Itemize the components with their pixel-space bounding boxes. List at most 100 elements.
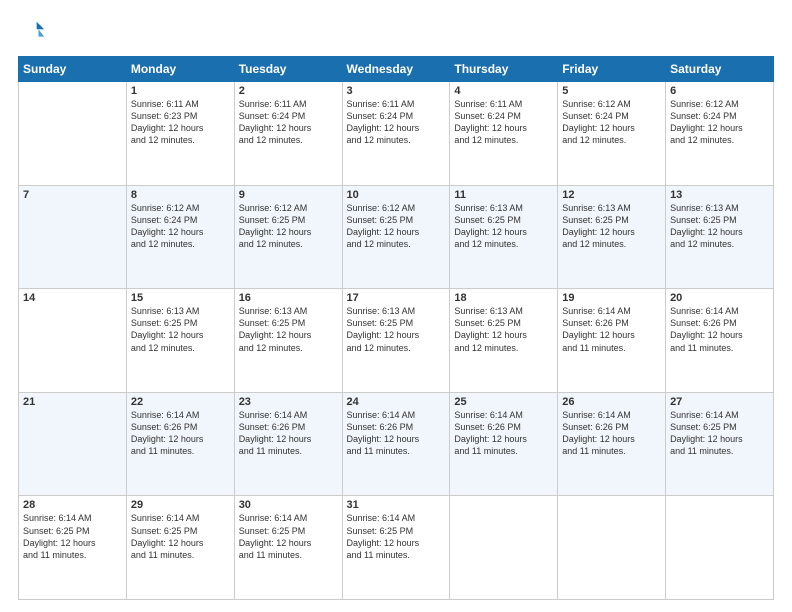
calendar-cell: 2Sunrise: 6:11 AM Sunset: 6:24 PM Daylig…	[234, 82, 342, 186]
day-info: Sunrise: 6:11 AM Sunset: 6:24 PM Dayligh…	[347, 98, 446, 147]
calendar-cell: 28Sunrise: 6:14 AM Sunset: 6:25 PM Dayli…	[19, 496, 127, 600]
calendar-cell: 26Sunrise: 6:14 AM Sunset: 6:26 PM Dayli…	[558, 392, 666, 496]
calendar-cell: 13Sunrise: 6:13 AM Sunset: 6:25 PM Dayli…	[666, 185, 774, 289]
calendar-cell: 29Sunrise: 6:14 AM Sunset: 6:25 PM Dayli…	[126, 496, 234, 600]
day-info: Sunrise: 6:11 AM Sunset: 6:23 PM Dayligh…	[131, 98, 230, 147]
calendar-header-thursday: Thursday	[450, 57, 558, 82]
day-number: 2	[239, 85, 338, 97]
day-number: 6	[670, 85, 769, 97]
calendar-week-3: 2122Sunrise: 6:14 AM Sunset: 6:26 PM Day…	[19, 392, 774, 496]
calendar-cell	[450, 496, 558, 600]
calendar-cell: 31Sunrise: 6:14 AM Sunset: 6:25 PM Dayli…	[342, 496, 450, 600]
day-number: 15	[131, 292, 230, 304]
day-info: Sunrise: 6:14 AM Sunset: 6:25 PM Dayligh…	[23, 512, 122, 561]
day-number: 22	[131, 396, 230, 408]
calendar-cell: 20Sunrise: 6:14 AM Sunset: 6:26 PM Dayli…	[666, 289, 774, 393]
day-number: 3	[347, 85, 446, 97]
day-number: 11	[454, 189, 553, 201]
calendar-cell: 22Sunrise: 6:14 AM Sunset: 6:26 PM Dayli…	[126, 392, 234, 496]
day-info: Sunrise: 6:13 AM Sunset: 6:25 PM Dayligh…	[670, 202, 769, 251]
calendar-cell: 23Sunrise: 6:14 AM Sunset: 6:26 PM Dayli…	[234, 392, 342, 496]
day-number: 7	[23, 189, 122, 201]
calendar-cell: 10Sunrise: 6:12 AM Sunset: 6:25 PM Dayli…	[342, 185, 450, 289]
day-number: 19	[562, 292, 661, 304]
calendar-cell: 25Sunrise: 6:14 AM Sunset: 6:26 PM Dayli…	[450, 392, 558, 496]
calendar-cell: 11Sunrise: 6:13 AM Sunset: 6:25 PM Dayli…	[450, 185, 558, 289]
day-number: 14	[23, 292, 122, 304]
day-number: 13	[670, 189, 769, 201]
calendar-cell: 16Sunrise: 6:13 AM Sunset: 6:25 PM Dayli…	[234, 289, 342, 393]
day-info: Sunrise: 6:12 AM Sunset: 6:24 PM Dayligh…	[131, 202, 230, 251]
day-number: 4	[454, 85, 553, 97]
day-number: 5	[562, 85, 661, 97]
calendar-header-tuesday: Tuesday	[234, 57, 342, 82]
calendar-cell: 30Sunrise: 6:14 AM Sunset: 6:25 PM Dayli…	[234, 496, 342, 600]
day-number: 27	[670, 396, 769, 408]
calendar-cell: 15Sunrise: 6:13 AM Sunset: 6:25 PM Dayli…	[126, 289, 234, 393]
calendar-header-saturday: Saturday	[666, 57, 774, 82]
day-info: Sunrise: 6:13 AM Sunset: 6:25 PM Dayligh…	[454, 202, 553, 251]
day-number: 9	[239, 189, 338, 201]
calendar-cell: 3Sunrise: 6:11 AM Sunset: 6:24 PM Daylig…	[342, 82, 450, 186]
calendar-cell: 17Sunrise: 6:13 AM Sunset: 6:25 PM Dayli…	[342, 289, 450, 393]
day-info: Sunrise: 6:14 AM Sunset: 6:25 PM Dayligh…	[131, 512, 230, 561]
calendar-cell: 5Sunrise: 6:12 AM Sunset: 6:24 PM Daylig…	[558, 82, 666, 186]
calendar-week-4: 28Sunrise: 6:14 AM Sunset: 6:25 PM Dayli…	[19, 496, 774, 600]
calendar-table: SundayMondayTuesdayWednesdayThursdayFrid…	[18, 56, 774, 600]
calendar-cell	[666, 496, 774, 600]
calendar-cell: 27Sunrise: 6:14 AM Sunset: 6:25 PM Dayli…	[666, 392, 774, 496]
day-info: Sunrise: 6:12 AM Sunset: 6:25 PM Dayligh…	[347, 202, 446, 251]
header	[18, 18, 774, 46]
day-number: 25	[454, 396, 553, 408]
calendar-header-row: SundayMondayTuesdayWednesdayThursdayFrid…	[19, 57, 774, 82]
day-info: Sunrise: 6:12 AM Sunset: 6:24 PM Dayligh…	[562, 98, 661, 147]
day-info: Sunrise: 6:14 AM Sunset: 6:25 PM Dayligh…	[239, 512, 338, 561]
day-info: Sunrise: 6:12 AM Sunset: 6:25 PM Dayligh…	[239, 202, 338, 251]
day-number: 30	[239, 499, 338, 511]
day-info: Sunrise: 6:13 AM Sunset: 6:25 PM Dayligh…	[454, 305, 553, 354]
day-info: Sunrise: 6:13 AM Sunset: 6:25 PM Dayligh…	[131, 305, 230, 354]
calendar-header-monday: Monday	[126, 57, 234, 82]
day-info: Sunrise: 6:14 AM Sunset: 6:25 PM Dayligh…	[670, 409, 769, 458]
day-info: Sunrise: 6:11 AM Sunset: 6:24 PM Dayligh…	[239, 98, 338, 147]
day-info: Sunrise: 6:13 AM Sunset: 6:25 PM Dayligh…	[239, 305, 338, 354]
day-info: Sunrise: 6:14 AM Sunset: 6:25 PM Dayligh…	[347, 512, 446, 561]
day-number: 1	[131, 85, 230, 97]
logo	[18, 18, 50, 46]
day-number: 8	[131, 189, 230, 201]
day-number: 20	[670, 292, 769, 304]
day-info: Sunrise: 6:12 AM Sunset: 6:24 PM Dayligh…	[670, 98, 769, 147]
day-number: 28	[23, 499, 122, 511]
day-info: Sunrise: 6:14 AM Sunset: 6:26 PM Dayligh…	[562, 305, 661, 354]
calendar-cell: 9Sunrise: 6:12 AM Sunset: 6:25 PM Daylig…	[234, 185, 342, 289]
calendar-cell: 19Sunrise: 6:14 AM Sunset: 6:26 PM Dayli…	[558, 289, 666, 393]
calendar-week-1: 78Sunrise: 6:12 AM Sunset: 6:24 PM Dayli…	[19, 185, 774, 289]
calendar-cell: 4Sunrise: 6:11 AM Sunset: 6:24 PM Daylig…	[450, 82, 558, 186]
day-number: 23	[239, 396, 338, 408]
calendar-cell: 6Sunrise: 6:12 AM Sunset: 6:24 PM Daylig…	[666, 82, 774, 186]
day-info: Sunrise: 6:14 AM Sunset: 6:26 PM Dayligh…	[454, 409, 553, 458]
day-info: Sunrise: 6:14 AM Sunset: 6:26 PM Dayligh…	[347, 409, 446, 458]
calendar-header-wednesday: Wednesday	[342, 57, 450, 82]
day-info: Sunrise: 6:14 AM Sunset: 6:26 PM Dayligh…	[239, 409, 338, 458]
day-number: 12	[562, 189, 661, 201]
logo-icon	[18, 18, 46, 46]
calendar-cell: 14	[19, 289, 127, 393]
day-info: Sunrise: 6:14 AM Sunset: 6:26 PM Dayligh…	[131, 409, 230, 458]
day-number: 26	[562, 396, 661, 408]
day-number: 29	[131, 499, 230, 511]
day-info: Sunrise: 6:14 AM Sunset: 6:26 PM Dayligh…	[670, 305, 769, 354]
day-number: 21	[23, 396, 122, 408]
calendar-cell	[558, 496, 666, 600]
day-info: Sunrise: 6:13 AM Sunset: 6:25 PM Dayligh…	[347, 305, 446, 354]
calendar-cell: 1Sunrise: 6:11 AM Sunset: 6:23 PM Daylig…	[126, 82, 234, 186]
calendar-week-0: 1Sunrise: 6:11 AM Sunset: 6:23 PM Daylig…	[19, 82, 774, 186]
calendar-header-sunday: Sunday	[19, 57, 127, 82]
day-number: 16	[239, 292, 338, 304]
day-number: 17	[347, 292, 446, 304]
day-info: Sunrise: 6:11 AM Sunset: 6:24 PM Dayligh…	[454, 98, 553, 147]
calendar-week-2: 1415Sunrise: 6:13 AM Sunset: 6:25 PM Day…	[19, 289, 774, 393]
day-number: 10	[347, 189, 446, 201]
calendar-header-friday: Friday	[558, 57, 666, 82]
calendar-cell: 8Sunrise: 6:12 AM Sunset: 6:24 PM Daylig…	[126, 185, 234, 289]
